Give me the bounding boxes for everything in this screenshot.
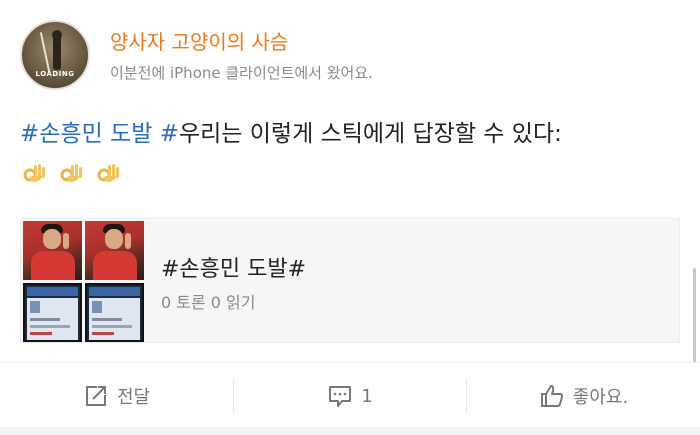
post-content: #손흥민 도발 #우리는 이렇게 스틱에게 답장할 수 있다: bbox=[20, 118, 680, 150]
like-label: 좋아요. bbox=[572, 387, 629, 408]
bottom-strip bbox=[0, 427, 700, 435]
avatar-figure-body bbox=[53, 36, 61, 70]
ok-hand-icon bbox=[94, 160, 122, 188]
thumbnail-screenshot bbox=[23, 283, 82, 342]
hashtag-link[interactable]: #손흥민 도발 bbox=[20, 121, 152, 147]
avatar-loading-label: LOADING bbox=[35, 70, 75, 78]
topic-thumbnail-grid bbox=[23, 221, 145, 342]
thumbnail-screenshot bbox=[85, 283, 144, 342]
comment-count: 1 bbox=[361, 385, 373, 407]
post-header: LOADING 양사자 고양이의 사슴 이분전에 iPhone 클라이언트에서 … bbox=[20, 20, 680, 92]
like-button[interactable]: 좋아요. bbox=[467, 363, 700, 429]
avatar-stick-shape bbox=[39, 32, 51, 72]
topic-card-title: #손흥민 도발# bbox=[161, 257, 307, 282]
emoji-row bbox=[20, 160, 126, 192]
post-text: 우리는 이렇게 스틱에게 답장할 수 있다: bbox=[178, 121, 562, 147]
hashtag-link-2[interactable]: # bbox=[160, 121, 179, 147]
ok-hand-icon bbox=[57, 160, 85, 188]
share-icon bbox=[83, 383, 109, 409]
action-bar: 전달 1 좋아요. bbox=[0, 362, 700, 435]
comment-button[interactable]: 1 bbox=[234, 363, 466, 429]
forward-label: 전달 bbox=[116, 387, 151, 408]
thumbnail-photo bbox=[85, 221, 144, 280]
user-name[interactable]: 양사자 고양이의 사슴 bbox=[110, 26, 288, 55]
comment-icon bbox=[327, 383, 353, 409]
forward-button[interactable]: 전달 bbox=[0, 363, 233, 429]
avatar[interactable]: LOADING bbox=[20, 20, 90, 90]
topic-card-stats: 0 토론 0 읽기 bbox=[161, 293, 256, 312]
topic-card[interactable]: #손흥민 도발# 0 토론 0 읽기 bbox=[20, 218, 680, 343]
ok-hand-icon bbox=[20, 160, 48, 188]
thumbs-up-icon bbox=[539, 383, 565, 409]
post-meta: 이분전에 iPhone 클라이언트에서 왔어요. bbox=[110, 64, 373, 82]
thumbnail-photo bbox=[23, 221, 82, 280]
